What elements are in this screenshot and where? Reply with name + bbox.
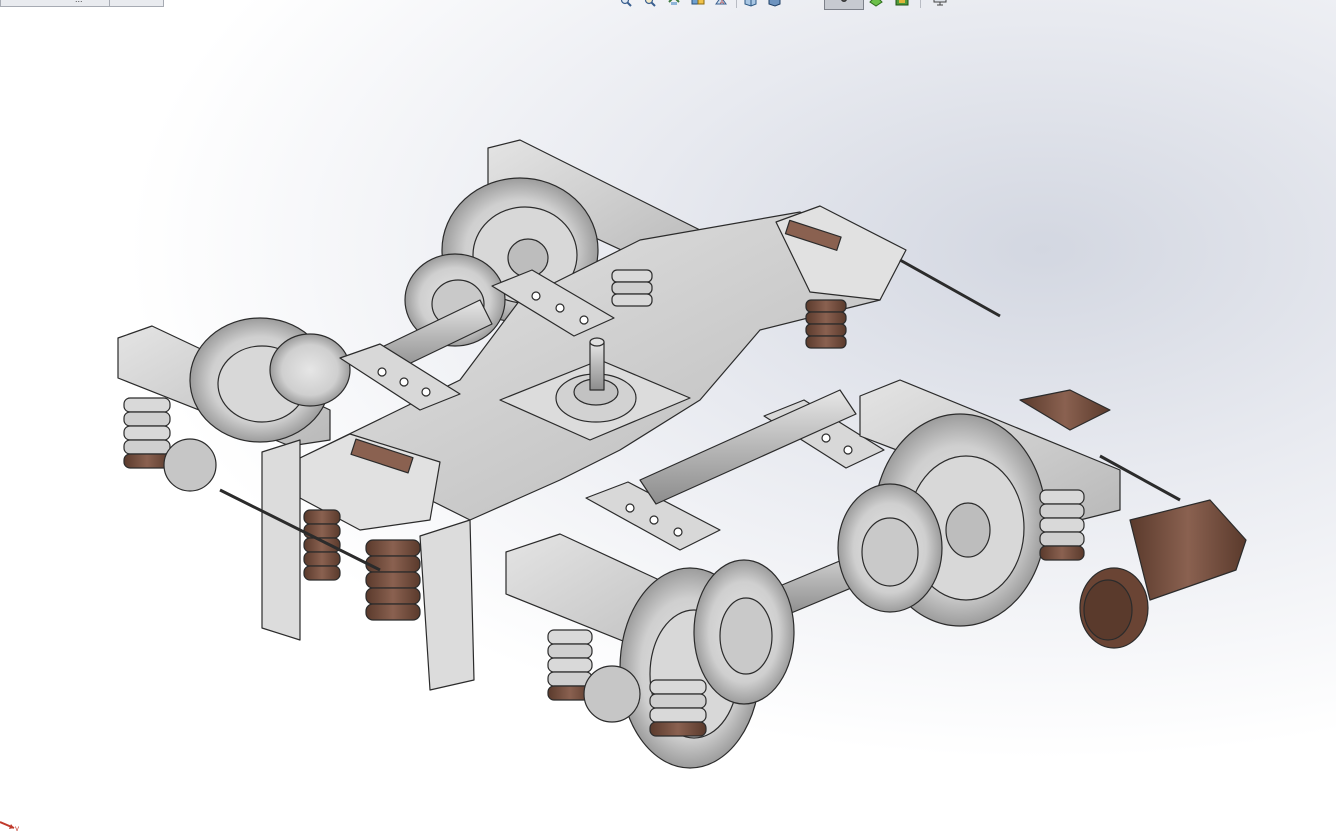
spring-stack-rear[interactable] — [611, 269, 653, 307]
graphics-area[interactable] — [0, 0, 1336, 831]
center-pivot-pin[interactable] — [589, 341, 605, 391]
brake-rigging-lower[interactable] — [419, 519, 475, 691]
brake-rigging-front[interactable] — [261, 439, 301, 641]
spring-stack-right[interactable] — [1039, 489, 1085, 561]
bogie-assembly-model[interactable] — [117, 139, 1247, 769]
axlebox-cover-front[interactable] — [583, 665, 641, 723]
wheelset-front-left[interactable] — [619, 559, 795, 769]
spring-stack-rear-right[interactable] — [805, 299, 847, 349]
axlebox-cover-left[interactable] — [163, 438, 217, 492]
triad-axis-label: y — [15, 824, 19, 831]
reference-triad: y — [0, 821, 19, 831]
spring-stack-left[interactable] — [123, 397, 171, 469]
